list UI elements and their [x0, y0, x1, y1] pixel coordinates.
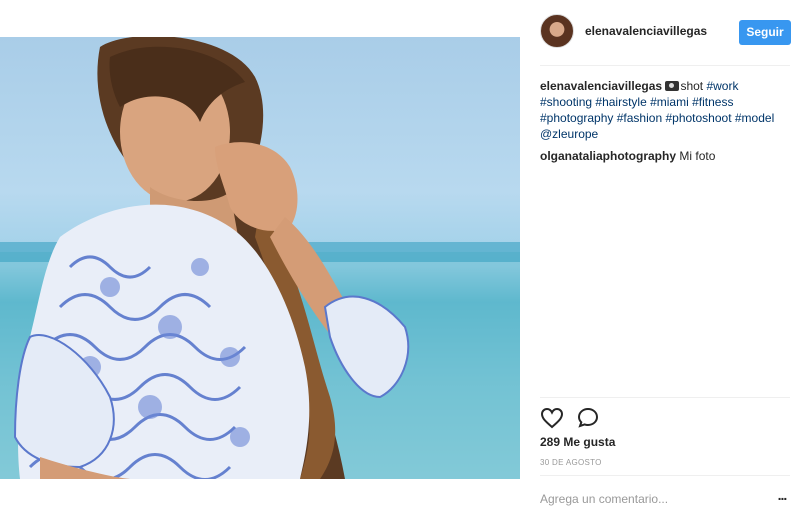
- likes-count[interactable]: 289 Me gusta: [540, 435, 615, 449]
- model-photo-illustration: [0, 37, 520, 479]
- post-detail-panel: elenavalenciavillegas Seguir elenavalenc…: [520, 0, 800, 518]
- hashtag-fashion[interactable]: #fashion: [617, 111, 662, 125]
- caption-text: shot: [680, 79, 707, 93]
- comment-item: olganataliaphotography Mi foto: [540, 148, 790, 164]
- post-image[interactable]: [0, 37, 520, 479]
- add-comment-input[interactable]: [540, 490, 760, 508]
- more-options-button[interactable]: ...: [772, 487, 792, 507]
- post-header: elenavalenciavillegas Seguir: [520, 0, 800, 65]
- comment-username[interactable]: olganataliaphotography: [540, 149, 676, 163]
- actions-divider: [540, 397, 790, 398]
- hashtag-model[interactable]: #model: [735, 111, 774, 125]
- author-username[interactable]: elenavalenciavillegas: [585, 24, 707, 38]
- hashtag-fitness[interactable]: #fitness: [692, 95, 733, 109]
- hashtag-hairstyle[interactable]: #hairstyle: [595, 95, 646, 109]
- caption: elenavalenciavillegas shot #work #shooti…: [540, 78, 790, 142]
- hashtag-photography[interactable]: #photography: [540, 111, 613, 125]
- heart-icon[interactable]: [540, 406, 564, 430]
- comments-section: elenavalenciavillegas shot #work #shooti…: [540, 78, 790, 170]
- mention-zleurope[interactable]: @zleurope: [540, 127, 598, 141]
- caption-username[interactable]: elenavalenciavillegas: [540, 79, 662, 93]
- hashtag-miami[interactable]: #miami: [650, 95, 689, 109]
- comment-divider: [540, 475, 790, 476]
- author-avatar[interactable]: [540, 14, 574, 48]
- follow-button[interactable]: Seguir: [739, 20, 791, 45]
- hashtag-photoshoot[interactable]: #photoshoot: [665, 111, 731, 125]
- post-actions: [540, 406, 790, 430]
- post-date: 30 DE AGOSTO: [540, 458, 602, 467]
- hashtag-work[interactable]: #work: [706, 79, 738, 93]
- camera-icon: [665, 81, 680, 91]
- header-divider: [540, 65, 790, 66]
- comment-bubble-icon[interactable]: [576, 406, 600, 430]
- comment-text: Mi foto: [679, 149, 716, 163]
- hashtag-shooting[interactable]: #shooting: [540, 95, 592, 109]
